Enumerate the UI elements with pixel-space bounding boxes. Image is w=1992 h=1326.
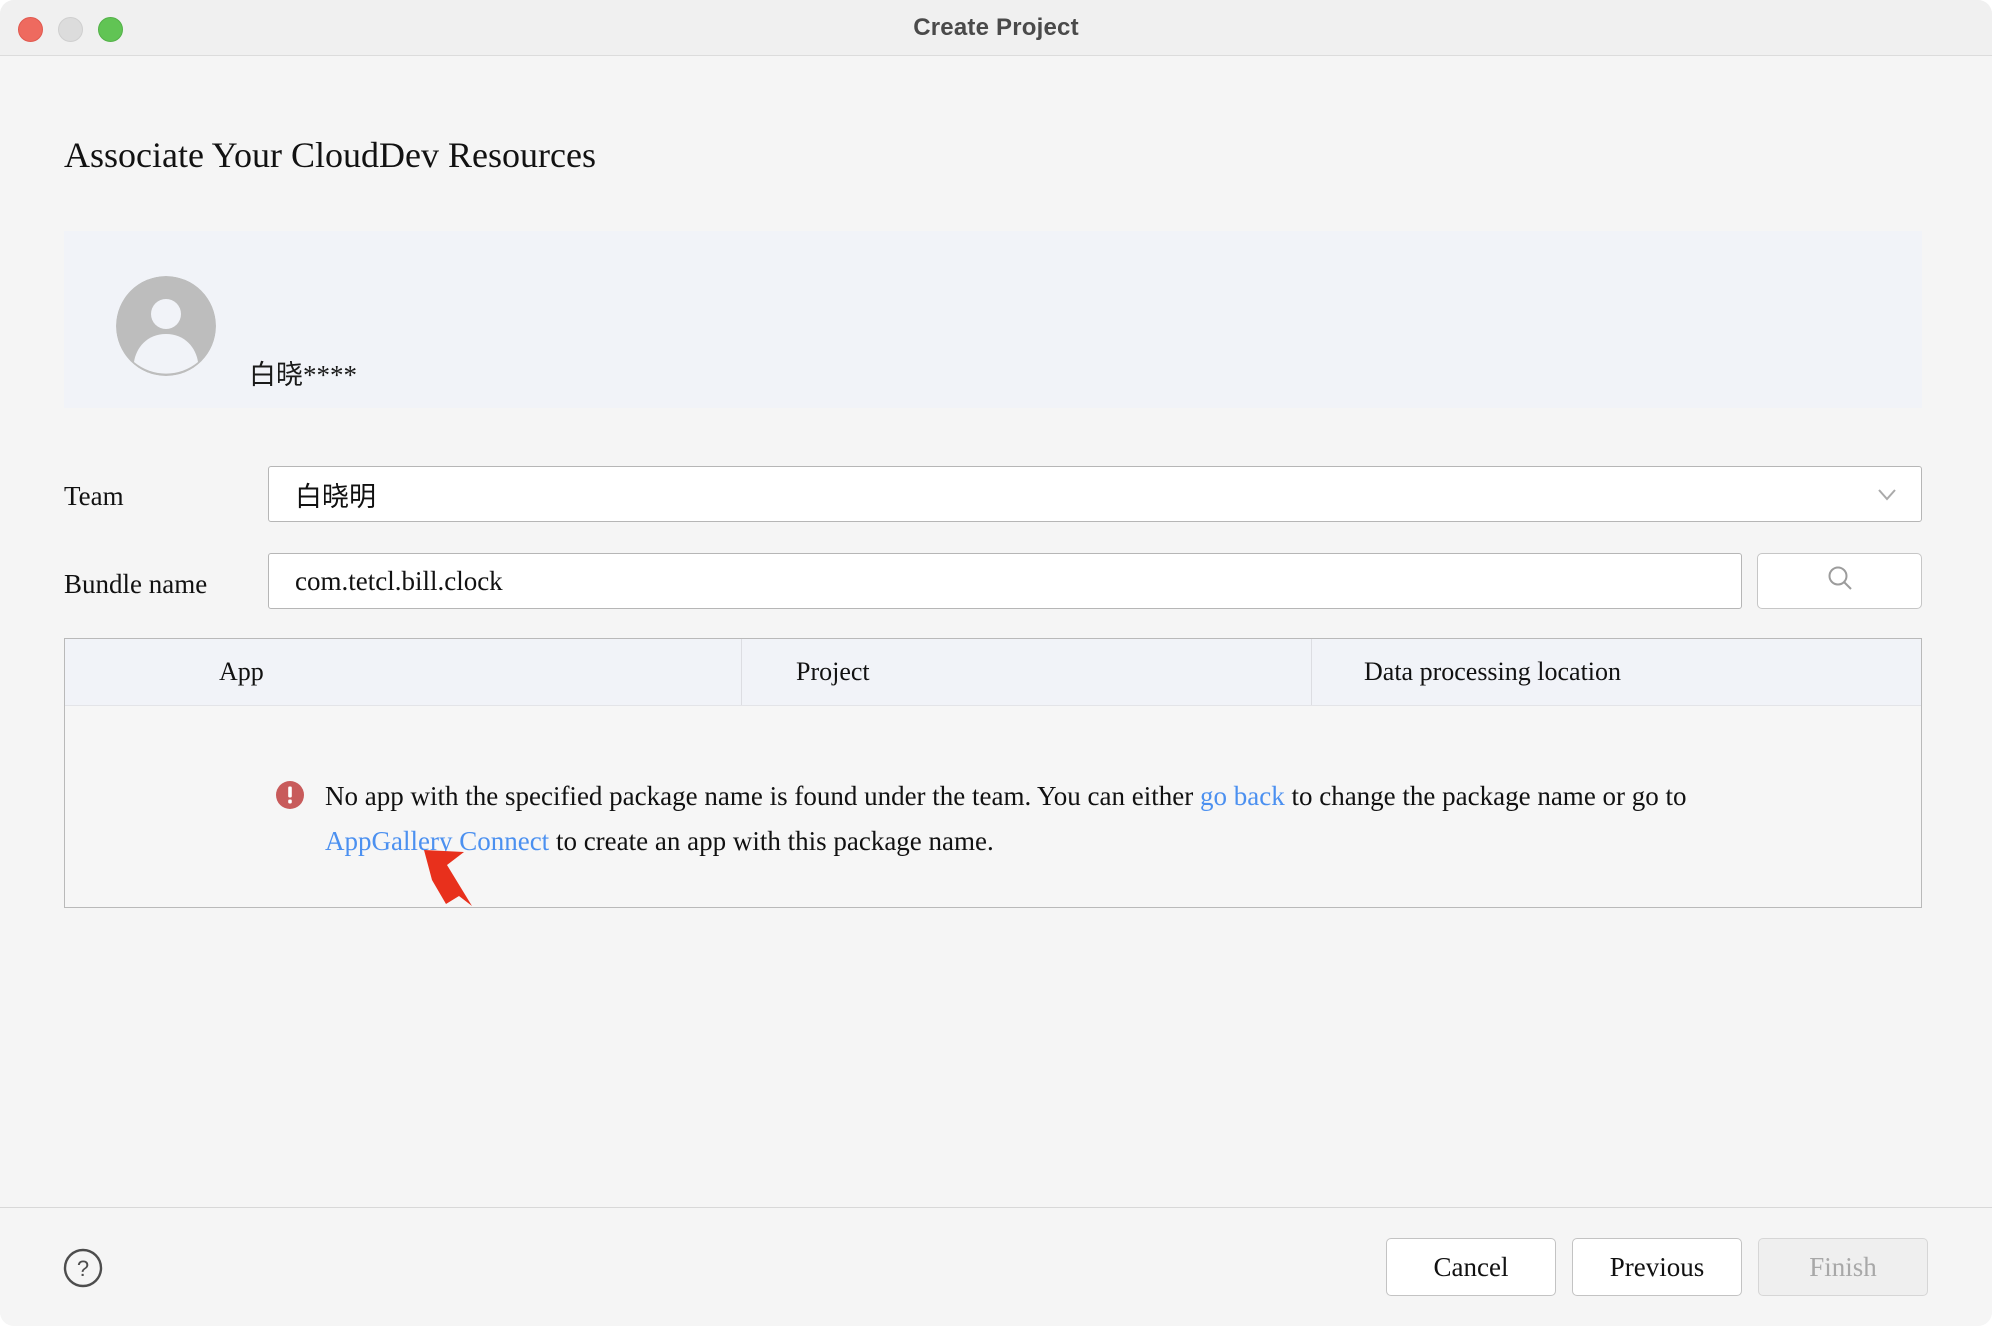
footer-button-group: Cancel Previous Finish xyxy=(1386,1238,1928,1296)
column-header-app: App xyxy=(219,657,264,686)
error-circle-icon xyxy=(275,780,305,810)
cancel-button[interactable]: Cancel xyxy=(1386,1238,1556,1296)
red-arrow-cursor xyxy=(420,846,488,918)
team-label: Team xyxy=(64,481,124,511)
window-title: Create Project xyxy=(913,14,1079,41)
create-project-dialog: Create Project Associate Your CloudDev R… xyxy=(0,0,1992,1326)
account-panel: 白晓**** xyxy=(64,231,1922,408)
dialog-footer: ? Cancel Previous Finish xyxy=(0,1207,1992,1326)
column-header-data-processing-location: Data processing location xyxy=(1311,639,1921,705)
help-button[interactable]: ? xyxy=(62,1247,104,1289)
finish-button: Finish xyxy=(1758,1238,1928,1296)
app-result-table: App Project Data processing location No … xyxy=(64,638,1922,908)
window-titlebar: Create Project xyxy=(0,0,1992,56)
table-header-row: App Project Data processing location xyxy=(65,639,1921,706)
chevron-down-icon xyxy=(1873,480,1901,508)
column-header-project: Project xyxy=(741,639,1311,705)
empty-state-text: No app with the specified package name i… xyxy=(325,774,1725,864)
dialog-content: Associate Your CloudDev Resources 白晓****… xyxy=(0,56,1992,1207)
team-select[interactable]: 白晓明 xyxy=(268,466,1922,522)
empty-state-text-1: No app with the specified package name i… xyxy=(325,781,1200,811)
bundle-name-value: com.tetcl.bill.clock xyxy=(295,565,503,596)
bundle-name-label: Bundle name xyxy=(64,569,208,599)
empty-state-text-2: to change the package name or go to xyxy=(1284,781,1687,811)
bundle-name-input[interactable]: com.tetcl.bill.clock xyxy=(268,553,1742,609)
search-button[interactable] xyxy=(1757,553,1922,609)
table-body: No app with the specified package name i… xyxy=(65,706,1921,908)
account-name: 白晓**** xyxy=(249,360,357,390)
empty-state-text-3: to create an app with this package name. xyxy=(549,826,994,856)
search-icon xyxy=(1823,562,1857,601)
question-mark-circle-icon: ? xyxy=(62,1248,104,1293)
empty-state-message: No app with the specified package name i… xyxy=(275,774,1725,864)
previous-button[interactable]: Previous xyxy=(1572,1238,1742,1296)
svg-text:?: ? xyxy=(77,1256,89,1281)
go-back-link[interactable]: go back xyxy=(1200,781,1285,811)
page-title: Associate Your CloudDev Resources xyxy=(64,135,596,175)
team-select-value: 白晓明 xyxy=(295,481,376,512)
person-avatar-icon xyxy=(116,276,216,376)
